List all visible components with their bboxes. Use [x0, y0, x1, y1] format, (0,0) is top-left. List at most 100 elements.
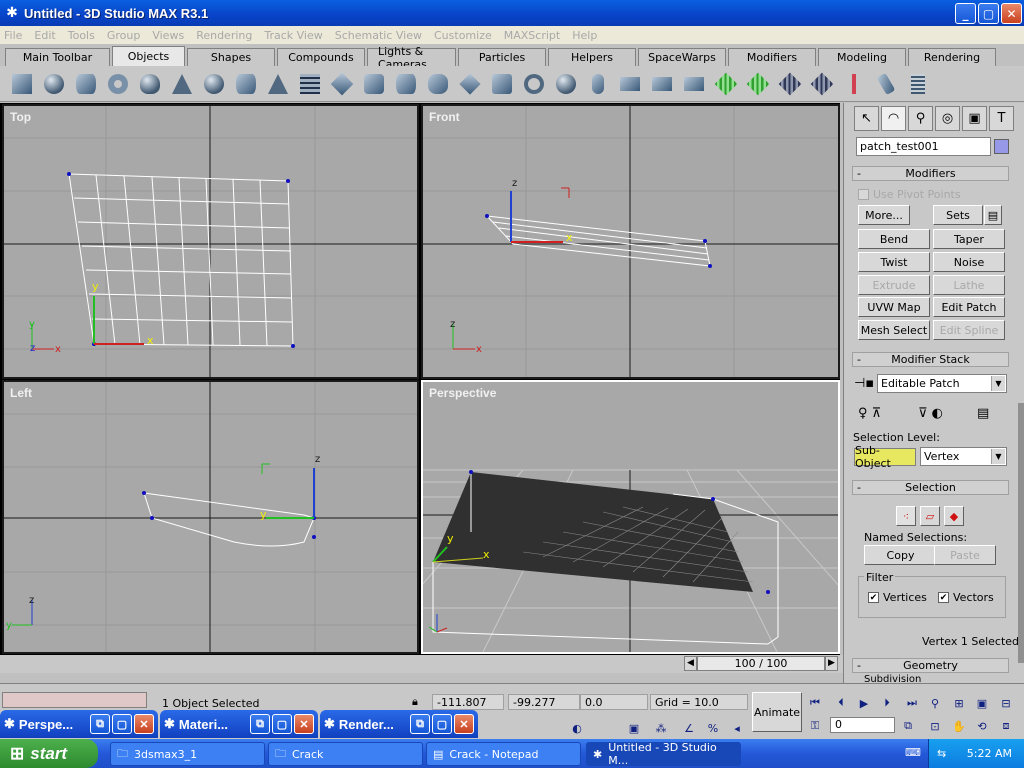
- c-ext-icon[interactable]: [648, 69, 676, 99]
- bend-button[interactable]: Bend: [858, 229, 930, 249]
- viewport-label-front[interactable]: Front: [429, 110, 460, 124]
- oil-tank-icon[interactable]: [424, 69, 452, 99]
- goto-end-icon[interactable]: ⏭: [903, 694, 921, 712]
- edit-stack-icon[interactable]: ▤: [977, 406, 989, 421]
- more-button[interactable]: More...: [858, 205, 910, 225]
- zoom-icon[interactable]: ⚲: [926, 694, 944, 712]
- paste-button[interactable]: Paste: [934, 545, 996, 565]
- object-name-field[interactable]: patch_test001: [856, 137, 991, 156]
- snap-toggle-icon[interactable]: ⁂: [652, 719, 670, 737]
- menu-edit[interactable]: Edit: [34, 29, 55, 42]
- sub-object-button[interactable]: Sub-Object: [854, 444, 916, 470]
- vertices-checkbox[interactable]: ✔ Vertices: [868, 591, 927, 604]
- gengon-icon[interactable]: [488, 69, 516, 99]
- prefab-icon[interactable]: [872, 69, 900, 99]
- edge-mode-icon[interactable]: ▱: [920, 506, 940, 526]
- modify-icon[interactable]: ◠: [881, 106, 906, 131]
- sphere-icon[interactable]: [40, 69, 68, 99]
- taskbar-item-3dsmax[interactable]: ✱ Untitled - 3D Studio M...: [586, 741, 741, 767]
- pan-icon[interactable]: ✋: [950, 717, 968, 735]
- arc-rotate-icon[interactable]: ⟲: [973, 717, 991, 735]
- menu-maxscript[interactable]: MAXScript: [504, 29, 560, 42]
- angle-snap-icon[interactable]: ∠: [680, 719, 698, 737]
- viewport-left[interactable]: z y z y Left: [2, 380, 419, 654]
- close-icon[interactable]: ✕: [294, 714, 314, 734]
- start-button[interactable]: ⊞ start: [0, 739, 98, 768]
- tab-main-toolbar[interactable]: Main Toolbar: [5, 48, 110, 66]
- selection-rollout[interactable]: - Selection: [852, 480, 1009, 495]
- pin-stack-icon[interactable]: ⊣▪: [854, 376, 874, 391]
- menu-track-view[interactable]: Track View: [264, 29, 322, 42]
- hierarchy-icon[interactable]: ⚲: [908, 106, 933, 131]
- uvw-map-button[interactable]: UVW Map: [858, 297, 930, 317]
- cylinder-icon[interactable]: [72, 69, 100, 99]
- object-color-swatch[interactable]: [994, 139, 1009, 154]
- menu-customize[interactable]: Customize: [434, 29, 492, 42]
- menu-help[interactable]: Help: [572, 29, 597, 42]
- command-panel-scrollbar[interactable]: [1018, 403, 1024, 663]
- taper-button[interactable]: Taper: [933, 229, 1005, 249]
- viewport-top[interactable]: y x y x z Top: [2, 104, 419, 379]
- geometry-rollout[interactable]: - Geometry: [852, 658, 1009, 673]
- chamfer-box-icon[interactable]: [360, 69, 388, 99]
- vertex-mode-icon[interactable]: ⁖: [896, 506, 916, 526]
- sub-object-dropdown[interactable]: Vertex ▼: [920, 447, 1007, 466]
- plane-grid-icon[interactable]: [296, 69, 324, 99]
- maximize-icon[interactable]: ▢: [432, 714, 452, 734]
- tab-particles[interactable]: Particles: [458, 48, 546, 66]
- teapot-icon[interactable]: [136, 69, 164, 99]
- mesh-select-button[interactable]: Mesh Select: [858, 320, 930, 340]
- mdi-window-material-editor[interactable]: ✱ Materi... ⧉ ▢ ✕: [160, 710, 318, 738]
- copy-button[interactable]: Copy: [864, 545, 937, 565]
- twist-button[interactable]: Twist: [858, 252, 930, 272]
- viewport-label-perspective[interactable]: Perspective: [429, 386, 496, 400]
- chamfer-cyl-icon[interactable]: [392, 69, 420, 99]
- close-icon[interactable]: ✕: [454, 714, 474, 734]
- current-frame-field[interactable]: 0: [830, 717, 895, 733]
- lathe-button[interactable]: Lathe: [933, 275, 1005, 295]
- configure-sets-icon[interactable]: ▤: [984, 205, 1002, 225]
- l-ext-icon[interactable]: [616, 69, 644, 99]
- window-crossing-icon[interactable]: ▣: [625, 719, 643, 737]
- noise-button[interactable]: Noise: [933, 252, 1005, 272]
- quad-patch-icon[interactable]: [712, 69, 740, 99]
- create-icon[interactable]: ↖: [854, 106, 879, 131]
- sets-button[interactable]: Sets: [933, 205, 983, 225]
- animate-button[interactable]: Animate: [752, 692, 802, 732]
- zoom-extents-icon[interactable]: ▣: [973, 694, 991, 712]
- modifier-stack-rollout[interactable]: - Modifier Stack: [852, 352, 1009, 367]
- edit-spline-button[interactable]: Edit Spline: [933, 320, 1005, 340]
- hedra-icon[interactable]: [328, 69, 356, 99]
- region-zoom-icon[interactable]: ⊡: [926, 717, 944, 735]
- close-button[interactable]: ✕: [1001, 3, 1022, 24]
- tri-patch-icon[interactable]: [744, 69, 772, 99]
- next-frame-icon[interactable]: ⏵: [878, 694, 896, 712]
- viewport-label-left[interactable]: Left: [10, 386, 32, 400]
- active-inactive-icon[interactable]: ♀ ⊼: [858, 406, 881, 421]
- ring-wave-icon[interactable]: [520, 69, 548, 99]
- percent-snap-icon[interactable]: %: [704, 719, 722, 737]
- torus-knot-icon[interactable]: [552, 69, 580, 99]
- menu-tools[interactable]: Tools: [68, 29, 95, 42]
- viewport-perspective[interactable]: y x Perspective: [421, 380, 840, 654]
- taskbar-item-notepad[interactable]: ▤ Crack - Notepad: [426, 742, 581, 766]
- nurbs-surface-icon[interactable]: [776, 69, 804, 99]
- cone-icon[interactable]: [168, 69, 196, 99]
- min-max-toggle-icon[interactable]: ⧈: [997, 717, 1015, 735]
- time-prev-icon[interactable]: ◀: [684, 656, 697, 671]
- motion-icon[interactable]: ◎: [935, 106, 960, 131]
- time-slider-thumb[interactable]: 100 / 100: [697, 656, 825, 671]
- tab-shapes[interactable]: Shapes: [187, 48, 275, 66]
- mdi-window-render[interactable]: ✱ Render... ⧉ ▢ ✕: [320, 710, 478, 738]
- box-icon[interactable]: [8, 69, 36, 99]
- tab-modifiers[interactable]: Modifiers: [728, 48, 816, 66]
- tab-modeling[interactable]: Modeling: [818, 48, 906, 66]
- show-end-result-icon[interactable]: ⊽ ◐: [918, 406, 943, 421]
- keyboard-icon[interactable]: ⌨: [905, 746, 921, 759]
- capsule-icon[interactable]: [584, 69, 612, 99]
- zoom-extents-all-icon[interactable]: ⊟: [997, 694, 1015, 712]
- spring-icon[interactable]: [904, 69, 932, 99]
- spinner-snap-icon[interactable]: ◂: [728, 719, 746, 737]
- degradation-override-icon[interactable]: ◐: [568, 719, 586, 737]
- pyramid-icon[interactable]: [264, 69, 292, 99]
